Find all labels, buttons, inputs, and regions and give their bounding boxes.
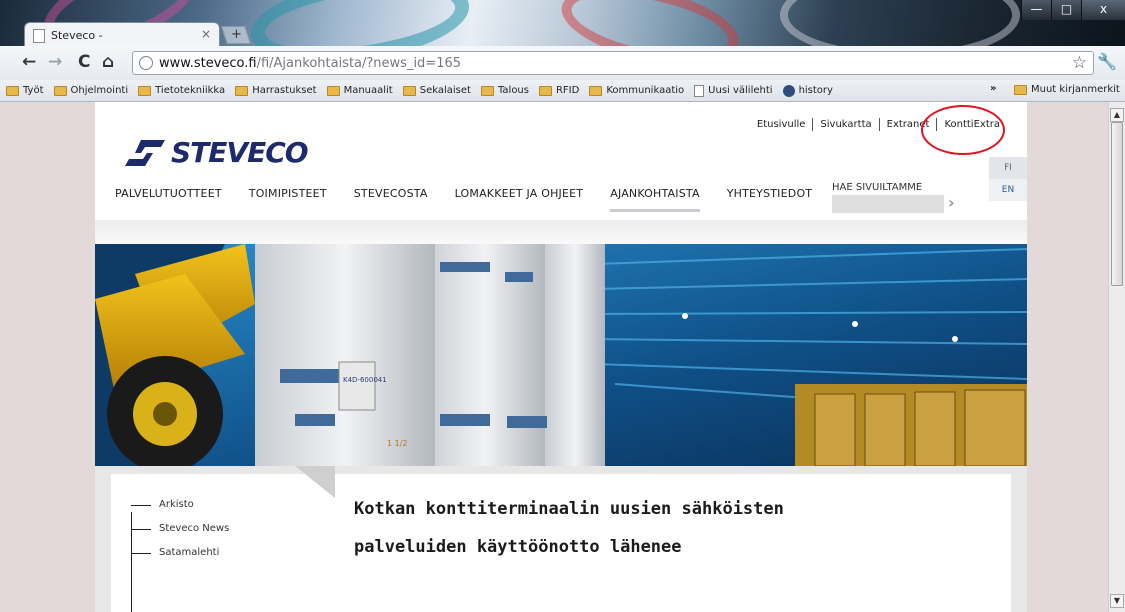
window-controls: — □ x — [1021, 0, 1125, 20]
clock-icon — [782, 84, 795, 97]
page-favicon-icon — [33, 29, 45, 43]
link-etusivulle[interactable]: Etusivulle — [750, 118, 813, 131]
nav-stevecosta[interactable]: STEVECOSTA — [354, 187, 428, 212]
bookmark-star-icon[interactable]: ☆ — [1072, 53, 1087, 73]
annotation-circle — [921, 105, 1005, 155]
bookmark-folder[interactable]: Työt — [6, 85, 44, 96]
bookmark-label: Sekalaiset — [419, 85, 471, 96]
minimize-button[interactable]: — — [1021, 0, 1051, 20]
search-go-icon[interactable]: › — [948, 193, 955, 212]
url-path: /fi/Ajankohtaista/?news_id=165 — [256, 56, 462, 71]
folder-icon — [53, 85, 67, 96]
folder-icon — [538, 85, 552, 96]
bookmark-folder[interactable]: Manuaalit — [326, 85, 393, 96]
maximize-button[interactable]: □ — [1051, 0, 1081, 20]
bookmark-label: Työt — [23, 85, 44, 96]
sidebar-item-satamalehti[interactable]: Satamalehti — [131, 546, 229, 570]
nav-lomakkeet-ja-ohjeet[interactable]: LOMAKKEET JA OHJEET — [455, 187, 584, 212]
window-close-button[interactable]: x — [1081, 0, 1125, 20]
bookmark-folder[interactable]: Talous — [480, 85, 529, 96]
lang-en[interactable]: EN — [989, 179, 1027, 201]
theme-decoration — [245, 0, 475, 46]
bookmark-label: Ohjelmointi — [70, 85, 129, 96]
nav-ajankohtaista[interactable]: AJANKOHTAISTA — [610, 187, 700, 212]
folder-icon — [6, 85, 19, 96]
wrench-menu-icon[interactable]: 🔧 — [1097, 52, 1117, 71]
search-label: HAE SIVUILTAMME — [832, 182, 923, 193]
bookmark-link[interactable]: history — [782, 84, 833, 97]
theme-decoration — [554, 0, 746, 46]
scroll-thumb[interactable] — [1111, 122, 1123, 286]
sidebar-navigation: Arkisto Steveco News Satamalehti — [131, 498, 229, 612]
address-bar[interactable]: www.steveco.fi/fi/Ajankohtaista/?news_id… — [132, 51, 1094, 75]
hero-label-fraction: 1 1/2 — [387, 439, 408, 448]
sidebar-item-arkisto[interactable]: Arkisto — [131, 498, 229, 522]
back-arrow-icon[interactable]: ← — [22, 54, 36, 71]
nav-palvelutuotteet[interactable]: PALVELUTUOTTEET — [115, 187, 222, 212]
scroll-down-arrow-icon[interactable]: ▼ — [1110, 594, 1124, 608]
folder-icon — [589, 85, 603, 96]
bookmarks-overflow-button[interactable]: » — [990, 83, 996, 94]
new-tab-button[interactable]: + — [221, 26, 251, 44]
bookmark-folder[interactable]: Sekalaiset — [402, 85, 471, 96]
forward-arrow-icon[interactable]: → — [48, 54, 62, 71]
bookmark-folder[interactable]: Harrastukset — [235, 85, 317, 96]
plus-icon: + — [230, 27, 242, 42]
site-search-input[interactable] — [832, 195, 944, 213]
folder-icon — [326, 85, 340, 96]
nav-yhteystiedot[interactable]: YHTEYSTIEDOT — [727, 187, 813, 212]
steveco-logo[interactable]: STEVECO — [123, 136, 309, 169]
bookmark-folder[interactable]: Tietotekniikka — [138, 85, 225, 96]
link-sivukartta[interactable]: Sivukartta — [812, 118, 878, 131]
bookmark-label: Uusi välilehti — [708, 85, 773, 96]
subnav-bar — [95, 220, 1027, 244]
other-bookmarks-folder[interactable]: Muut kirjanmerkit — [1014, 84, 1120, 95]
bookmark-label: Manuaalit — [343, 85, 393, 96]
url-host: www.steveco.fi — [159, 56, 257, 71]
bookmarks-bar: Työt Ohjelmointi Tietotekniikka Harrastu… — [0, 80, 1125, 102]
theme-decoration — [780, 0, 1020, 46]
browser-toolbar: ← → C ⌂ www.steveco.fi/fi/Ajankohtaista/… — [0, 46, 1125, 80]
main-navigation: PALVELUTUOTTEET TOIMIPISTEET STEVECOSTA … — [115, 187, 839, 212]
hero-label-k4d: K4D-600041 — [343, 376, 387, 384]
scroll-up-arrow-icon[interactable]: ▲ — [1110, 108, 1124, 122]
hero-image: K4D-600041 1 1/2 — [95, 244, 1027, 466]
nav-toimipisteet[interactable]: TOIMIPISTEET — [249, 187, 327, 212]
decorative-notch — [295, 466, 335, 498]
bookmark-label: Harrastukset — [252, 85, 317, 96]
lang-fi[interactable]: FI — [989, 157, 1027, 179]
folder-icon — [235, 85, 249, 96]
home-icon[interactable]: ⌂ — [102, 54, 114, 71]
logo-mark-icon — [125, 139, 165, 166]
page-viewport: STEVECO Etusivulle Sivukartta Extranet K… — [0, 102, 1108, 612]
bookmark-label: RFID — [555, 85, 580, 96]
sidebar-item-steveco-news[interactable]: Steveco News — [131, 522, 229, 546]
bookmark-folder[interactable]: RFID — [538, 85, 580, 96]
tab-close-icon[interactable]: × — [201, 27, 211, 41]
vertical-scrollbar[interactable]: ▲ ▼ — [1108, 102, 1125, 612]
folder-icon — [480, 85, 494, 96]
folder-icon — [138, 85, 152, 96]
url-text: www.steveco.fi/fi/Ajankohtaista/?news_id… — [159, 56, 461, 71]
bookmark-label: Kommunikaatio — [606, 85, 685, 96]
language-switcher: FI EN — [989, 157, 1027, 201]
bookmark-link[interactable]: Uusi välilehti — [694, 84, 773, 97]
folder-icon — [1014, 84, 1027, 95]
article-headline: Kotkan konttiterminaalin uusien sähköist… — [354, 499, 784, 557]
logo-text: STEVECO — [171, 136, 309, 169]
page-icon — [694, 84, 705, 97]
site-container: STEVECO Etusivulle Sivukartta Extranet K… — [95, 102, 1027, 612]
bookmark-folder[interactable]: Ohjelmointi — [53, 85, 129, 96]
bookmark-label: Muut kirjanmerkit — [1031, 84, 1120, 95]
tab-title: Steveco - — [51, 29, 103, 42]
bookmark-label: Talous — [497, 85, 529, 96]
reload-icon[interactable]: C — [78, 54, 90, 71]
bookmark-label: Tietotekniikka — [155, 85, 226, 96]
folder-icon — [402, 85, 416, 96]
browser-tab[interactable]: Steveco - × — [24, 22, 220, 46]
browser-title-bar: Steveco - × + — □ x — [0, 0, 1125, 46]
globe-icon — [139, 56, 153, 70]
bookmark-folder[interactable]: Kommunikaatio — [589, 85, 684, 96]
bookmark-label: history — [798, 85, 833, 96]
